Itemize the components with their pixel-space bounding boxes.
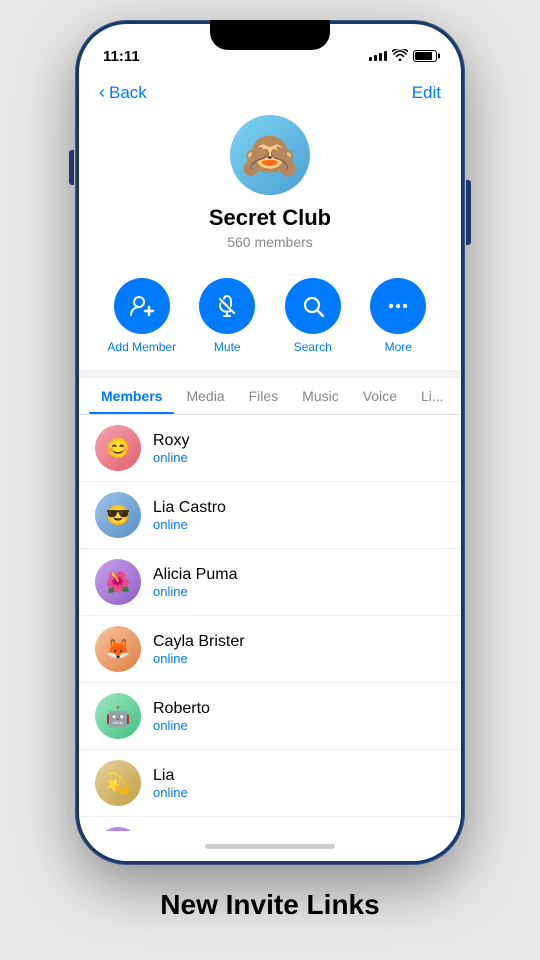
member-row[interactable]: 🤖 Robertoonline [79,683,461,750]
signal-icon [369,51,387,61]
battery-icon [413,50,437,62]
member-info: Roxyonline [153,432,189,465]
section-divider [79,370,461,378]
tab-files[interactable]: Files [237,378,291,414]
members-list: 😊Roxyonline😎Lia Castroonline🌺Alicia Puma… [79,415,461,831]
group-members-count: 560 members [227,234,313,250]
action-buttons: Add Member Mute [79,266,461,370]
search-label: Search [294,340,332,354]
member-status: online [153,450,189,465]
tab-media[interactable]: Media [174,378,236,414]
phone-screen: 11:11 [79,24,461,861]
member-name: Lia Castro [153,499,226,517]
member-status: online [153,651,245,666]
member-name: Roxy [153,432,189,450]
member-row[interactable]: 💫 Liaonline [79,750,461,817]
notch [210,20,330,50]
mute-button[interactable]: Mute [192,278,262,354]
edit-button[interactable]: Edit [412,83,441,103]
member-avatar: 😎 [95,492,141,538]
more-icon-circle [370,278,426,334]
member-name: Roberto [153,700,210,718]
member-info: Cayla Bristeronline [153,633,245,666]
member-name: Cayla Brister [153,633,245,651]
member-row[interactable]: 🌺 Alicia Pumaonline [79,549,461,616]
tab-links[interactable]: Li... [409,378,456,414]
tab-members[interactable]: Members [89,378,174,414]
add-member-button[interactable]: Add Member [107,278,177,354]
phone-shell: 11:11 [75,20,465,865]
add-member-label: Add Member [107,340,176,354]
more-button[interactable]: More [363,278,433,354]
mute-icon-circle [199,278,255,334]
member-status: online [153,517,226,532]
member-row[interactable]: 🌸Ren Xueonline [79,817,461,831]
status-icons [369,48,437,64]
wifi-icon [392,48,408,64]
back-chevron-icon: ‹ [99,82,105,103]
member-info: Liaonline [153,767,188,800]
search-icon-circle [285,278,341,334]
member-info: Lia Castroonline [153,499,226,532]
member-avatar: 😊 [95,425,141,471]
more-label: More [385,340,412,354]
back-label: Back [109,83,147,103]
member-avatar: 🤖 [95,693,141,739]
member-info: Robertoonline [153,700,210,733]
member-row[interactable]: 😊 Roxyonline [79,415,461,482]
nav-bar: ‹ Back Edit [79,74,461,107]
member-name: Alicia Puma [153,566,237,584]
group-avatar: 🙈 [230,115,310,195]
promo-text: New Invite Links [160,889,379,921]
member-row[interactable]: 🦊 Cayla Bristeronline [79,616,461,683]
mute-label: Mute [214,340,241,354]
group-header: 🙈 Secret Club 560 members [79,107,461,266]
back-button[interactable]: ‹ Back [99,82,147,103]
member-avatar: 💫 [95,760,141,806]
tab-voice[interactable]: Voice [351,378,409,414]
member-status: online [153,785,188,800]
status-time: 11:11 [103,48,140,65]
tab-music[interactable]: Music [290,378,351,414]
member-status: online [153,584,237,599]
tabs-bar: Members Media Files Music Voice Li... [79,378,461,415]
add-member-icon-circle [114,278,170,334]
member-avatar: 🦊 [95,626,141,672]
search-button[interactable]: Search [278,278,348,354]
member-info: Alicia Pumaonline [153,566,237,599]
member-status: online [153,718,210,733]
group-avatar-emoji: 🙈 [241,128,298,183]
page-wrapper: 11:11 [0,0,540,960]
member-name: Lia [153,767,188,785]
group-name: Secret Club [209,205,331,231]
member-row[interactable]: 😎 Lia Castroonline [79,482,461,549]
member-avatar: 🌺 [95,559,141,605]
home-indicator [79,831,461,861]
